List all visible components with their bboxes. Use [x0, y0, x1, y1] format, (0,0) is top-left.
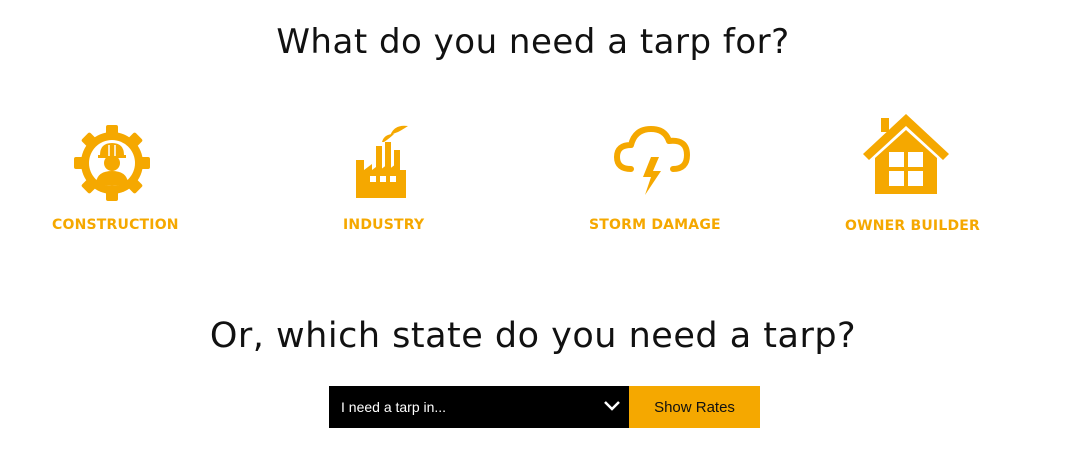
- category-label: INDUSTRY: [343, 217, 425, 233]
- page-title: What do you need a tarp for?: [276, 22, 790, 62]
- category-owner-builder[interactable]: OWNER BUILDER: [843, 112, 980, 240]
- state-question-heading: Or, which state do you need a tarp?: [209, 316, 857, 356]
- chevron-down-icon: [604, 401, 620, 411]
- category-label: CONSTRUCTION: [52, 217, 179, 233]
- category-industry[interactable]: INDUSTRY: [340, 120, 430, 240]
- category-construction[interactable]: CONSTRUCTION: [50, 120, 180, 240]
- category-label: OWNER BUILDER: [845, 218, 981, 234]
- state-select[interactable]: I need a tarp in...: [329, 386, 629, 428]
- category-storm-damage[interactable]: STORM DAMAGE: [585, 120, 721, 240]
- show-rates-button[interactable]: Show Rates: [629, 386, 760, 428]
- state-rate-form: I need a tarp in... Show Rates: [329, 386, 760, 428]
- category-label: STORM DAMAGE: [589, 217, 721, 233]
- factory-icon: [356, 125, 408, 198]
- state-select-value: I need a tarp in...: [341, 399, 447, 415]
- house-icon: [863, 114, 949, 194]
- gear-worker-icon: [74, 125, 150, 201]
- storm-cloud-icon: [614, 126, 690, 195]
